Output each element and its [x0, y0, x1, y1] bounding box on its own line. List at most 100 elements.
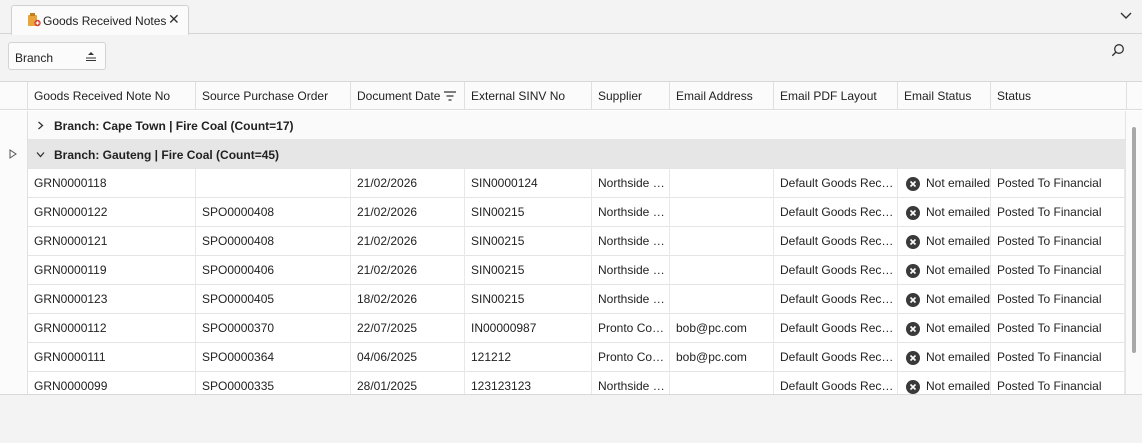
cell-email-pdf-layout[interactable]: Default Goods Received Note	[774, 169, 898, 198]
column-header-external-sinv[interactable]: External SINV No	[465, 82, 592, 110]
column-header-email-address[interactable]: Email Address	[670, 82, 774, 110]
cell-external-sinv[interactable]: SIN00215	[465, 256, 592, 285]
cell-supplier[interactable]: Northside Coal Suppliers	[592, 169, 670, 198]
cell-email-status[interactable]: Not emailed	[898, 372, 991, 394]
cell-external-sinv[interactable]: SIN00215	[465, 198, 592, 227]
vertical-scrollbar[interactable]	[1125, 111, 1142, 394]
cell-external-sinv[interactable]: SIN00215	[465, 285, 592, 314]
table-row[interactable]: GRN0000111 SPO0000364 04/06/2025 121212 Pron…	[28, 343, 1125, 372]
group-row-gauteng[interactable]: Branch: Gauteng | Fire Coal (Count=45)	[28, 140, 1125, 169]
cell-supplier[interactable]: Pronto Construction	[592, 314, 670, 343]
cell-email-status[interactable]: Not emailed	[898, 169, 991, 198]
cell-status[interactable]: Posted To Financial	[991, 285, 1125, 314]
cell-email-address[interactable]	[670, 227, 774, 256]
cell-email-pdf-layout[interactable]: Default Goods Received Note	[774, 285, 898, 314]
cell-grn-no[interactable]: GRN0000111	[28, 343, 196, 372]
cell-grn-no[interactable]: GRN0000118	[28, 169, 196, 198]
column-header-status[interactable]: Status	[991, 82, 1127, 110]
cell-email-address[interactable]	[670, 198, 774, 227]
table-row[interactable]: GRN0000099 SPO0000335 28/01/2025 123123123 N…	[28, 372, 1125, 394]
cell-source-po[interactable]: SPO0000405	[196, 285, 351, 314]
cell-email-pdf-layout[interactable]: Default Goods Received Note	[774, 343, 898, 372]
cell-email-pdf-layout[interactable]: Default Goods Received Note	[774, 372, 898, 394]
cell-email-pdf-layout[interactable]: Default Goods Received Note	[774, 256, 898, 285]
cell-supplier[interactable]: Northside Coal Suppliers	[592, 198, 670, 227]
cell-grn-no[interactable]: GRN0000121	[28, 227, 196, 256]
cell-email-pdf-layout[interactable]: Default Goods Received Note	[774, 314, 898, 343]
cell-source-po[interactable]: SPO0000408	[196, 227, 351, 256]
table-row[interactable]: GRN0000118 21/02/2026 SIN0000124 Northside …	[28, 169, 1125, 198]
cell-status[interactable]: Posted To Financial	[991, 372, 1125, 394]
cell-email-address[interactable]: bob@pc.com	[670, 343, 774, 372]
filter-icon[interactable]	[444, 91, 456, 101]
chevron-right-icon[interactable]	[36, 121, 45, 130]
cell-document-date[interactable]: 18/02/2026	[351, 285, 465, 314]
chevron-down-icon[interactable]	[36, 150, 45, 159]
column-header-grn-no[interactable]: Goods Received Note No	[28, 82, 196, 110]
table-row[interactable]: GRN0000119 SPO0000406 21/02/2026 SIN00215 No…	[28, 256, 1125, 285]
cell-document-date[interactable]: 22/07/2025	[351, 314, 465, 343]
cell-email-status[interactable]: Not emailed	[898, 198, 991, 227]
cell-source-po[interactable]: SPO0000370	[196, 314, 351, 343]
cell-external-sinv[interactable]: 123123123	[465, 372, 592, 394]
cell-email-address[interactable]: bob@pc.com	[670, 314, 774, 343]
cell-email-status[interactable]: Not emailed	[898, 256, 991, 285]
cell-supplier[interactable]: Northside Coal Suppliers	[592, 285, 670, 314]
cell-status[interactable]: Posted To Financial	[991, 169, 1125, 198]
cell-source-po[interactable]: SPO0000408	[196, 198, 351, 227]
chevron-down-icon[interactable]	[1119, 8, 1133, 22]
column-header-email-status[interactable]: Email Status	[898, 82, 991, 110]
cell-document-date[interactable]: 21/02/2026	[351, 169, 465, 198]
cell-document-date[interactable]: 04/06/2025	[351, 343, 465, 372]
close-icon[interactable]: ✕	[168, 12, 180, 26]
cell-source-po[interactable]	[196, 169, 351, 198]
cell-supplier[interactable]: Pronto Construction	[592, 343, 670, 372]
search-icon[interactable]	[1111, 43, 1125, 57]
cell-document-date[interactable]: 28/01/2025	[351, 372, 465, 394]
cell-source-po[interactable]: SPO0000364	[196, 343, 351, 372]
cell-email-status[interactable]: Not emailed	[898, 314, 991, 343]
cell-status[interactable]: Posted To Financial	[991, 256, 1125, 285]
cell-document-date[interactable]: 21/02/2026	[351, 198, 465, 227]
cell-email-status[interactable]: Not emailed	[898, 343, 991, 372]
scrollbar-thumb[interactable]	[1132, 127, 1136, 353]
cell-source-po[interactable]: SPO0000335	[196, 372, 351, 394]
cell-grn-no[interactable]: GRN0000112	[28, 314, 196, 343]
column-header-document-date[interactable]: Document Date	[351, 82, 465, 110]
cell-email-address[interactable]	[670, 169, 774, 198]
cell-email-address[interactable]	[670, 372, 774, 394]
cell-external-sinv[interactable]: 121212	[465, 343, 592, 372]
cell-status[interactable]: Posted To Financial	[991, 198, 1125, 227]
table-row[interactable]: GRN0000121 SPO0000408 21/02/2026 SIN00215 No…	[28, 227, 1125, 256]
cell-grn-no[interactable]: GRN0000099	[28, 372, 196, 394]
cell-document-date[interactable]: 21/02/2026	[351, 256, 465, 285]
table-row[interactable]: GRN0000123 SPO0000405 18/02/2026 SIN00215 No…	[28, 285, 1125, 314]
cell-document-date[interactable]: 21/02/2026	[351, 227, 465, 256]
cell-email-status[interactable]: Not emailed	[898, 285, 991, 314]
group-by-branch-chip[interactable]: Branch	[8, 42, 106, 70]
cell-email-address[interactable]	[670, 285, 774, 314]
cell-external-sinv[interactable]: SIN0000124	[465, 169, 592, 198]
cell-supplier[interactable]: Northside Coal Suppliers	[592, 256, 670, 285]
table-row[interactable]: GRN0000122 SPO0000408 21/02/2026 SIN00215 No…	[28, 198, 1125, 227]
cell-status[interactable]: Posted To Financial	[991, 314, 1125, 343]
cell-status[interactable]: Posted To Financial	[991, 343, 1125, 372]
cell-grn-no[interactable]: GRN0000123	[28, 285, 196, 314]
tab-goods-received-notes[interactable]: Goods Received Notes ✕	[11, 5, 189, 35]
cell-email-pdf-layout[interactable]: Default Goods Received Note	[774, 227, 898, 256]
cell-email-address[interactable]	[670, 256, 774, 285]
column-header-source-po[interactable]: Source Purchase Order	[196, 82, 351, 110]
table-row[interactable]: GRN0000112 SPO0000370 22/07/2025 IN00000987…	[28, 314, 1125, 343]
cell-grn-no[interactable]: GRN0000119	[28, 256, 196, 285]
cell-supplier[interactable]: Northside Coal Suppliers	[592, 372, 670, 394]
cell-external-sinv[interactable]: SIN00215	[465, 227, 592, 256]
cell-external-sinv[interactable]: IN00000987	[465, 314, 592, 343]
cell-supplier[interactable]: Northside Coal Suppliers	[592, 227, 670, 256]
cell-email-status[interactable]: Not emailed	[898, 227, 991, 256]
cell-grn-no[interactable]: GRN0000122	[28, 198, 196, 227]
cell-source-po[interactable]: SPO0000406	[196, 256, 351, 285]
cell-email-pdf-layout[interactable]: Default Goods Received Note	[774, 198, 898, 227]
group-row-cape-town[interactable]: Branch: Cape Town | Fire Coal (Count=17)	[28, 111, 1125, 140]
column-header-email-pdf-layout[interactable]: Email PDF Layout	[774, 82, 898, 110]
cell-status[interactable]: Posted To Financial	[991, 227, 1125, 256]
